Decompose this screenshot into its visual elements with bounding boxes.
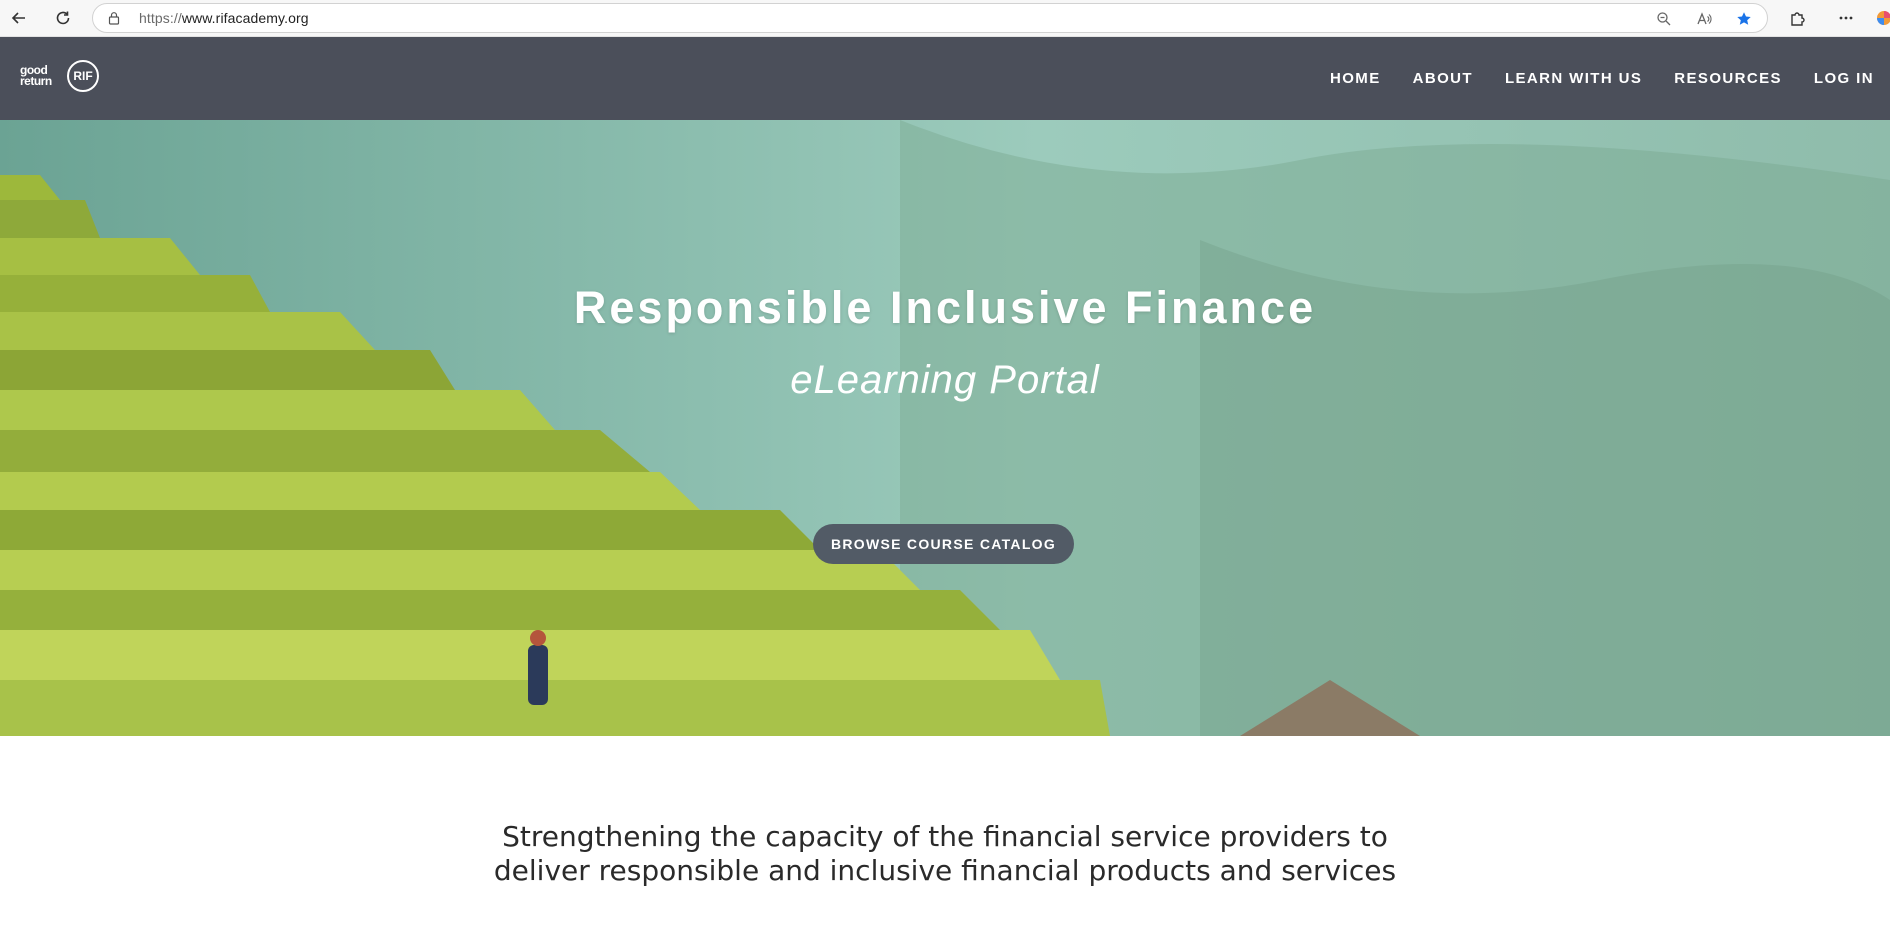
- rif-logo[interactable]: RIF: [67, 60, 99, 92]
- rif-logo-text: RIF: [73, 69, 93, 83]
- more-menu-button[interactable]: [1834, 6, 1858, 30]
- copilot-button[interactable]: [1872, 6, 1890, 30]
- zoom-button[interactable]: [1653, 8, 1675, 30]
- goodreturn-logo[interactable]: good return: [20, 64, 52, 88]
- hero-banner: Responsible Inclusive Finance eLearning …: [0, 120, 1890, 736]
- zoom-out-icon: [1657, 12, 1671, 26]
- nav-log-in[interactable]: LOG IN: [1814, 70, 1874, 87]
- rice-terrace-image: [0, 120, 1890, 736]
- main-nav: HOME ABOUT LEARN WITH US RESOURCES LOG I…: [1330, 37, 1874, 120]
- nav-learn-with-us[interactable]: LEARN WITH US: [1505, 70, 1642, 87]
- hero-subtitle: eLearning Portal: [790, 358, 1100, 402]
- browser-toolbar: https://www.rifacademy.org: [0, 0, 1890, 37]
- copilot-icon: [1877, 11, 1890, 25]
- extensions-button[interactable]: [1786, 6, 1810, 30]
- reload-button[interactable]: [50, 5, 76, 31]
- back-arrow-icon: [11, 12, 25, 24]
- lock-icon[interactable]: [107, 11, 121, 25]
- nav-resources[interactable]: RESOURCES: [1674, 70, 1782, 87]
- read-aloud-button[interactable]: [1693, 8, 1715, 30]
- tagline-line-1: Strengthening the capacity of the financ…: [502, 820, 1388, 853]
- farmer-figure: [528, 630, 548, 705]
- site-header: good return RIF HOME ABOUT LEARN WITH US…: [0, 37, 1890, 120]
- ellipsis-icon: [1839, 16, 1853, 20]
- address-bar[interactable]: https://www.rifacademy.org: [92, 3, 1768, 33]
- url-protocol: https://: [139, 10, 182, 26]
- puzzle-icon: [1791, 12, 1805, 26]
- nav-home[interactable]: HOME: [1330, 70, 1381, 87]
- tagline: Strengthening the capacity of the financ…: [0, 820, 1890, 888]
- back-button[interactable]: [6, 5, 32, 31]
- star-icon: [1737, 12, 1751, 25]
- hero-title: Responsible Inclusive Finance: [573, 282, 1317, 333]
- logo-return-text: return: [20, 74, 52, 88]
- browse-course-catalog-button[interactable]: BROWSE COURSE CATALOG: [813, 524, 1074, 564]
- nav-about[interactable]: ABOUT: [1413, 70, 1473, 87]
- read-aloud-icon: [1697, 12, 1712, 25]
- favorite-button[interactable]: [1733, 8, 1755, 30]
- url-host: www.rifacademy.org: [181, 10, 309, 26]
- tagline-line-2: deliver responsible and inclusive financ…: [493, 854, 1397, 887]
- reload-icon: [56, 11, 70, 25]
- url-text[interactable]: https://www.rifacademy.org: [139, 10, 309, 26]
